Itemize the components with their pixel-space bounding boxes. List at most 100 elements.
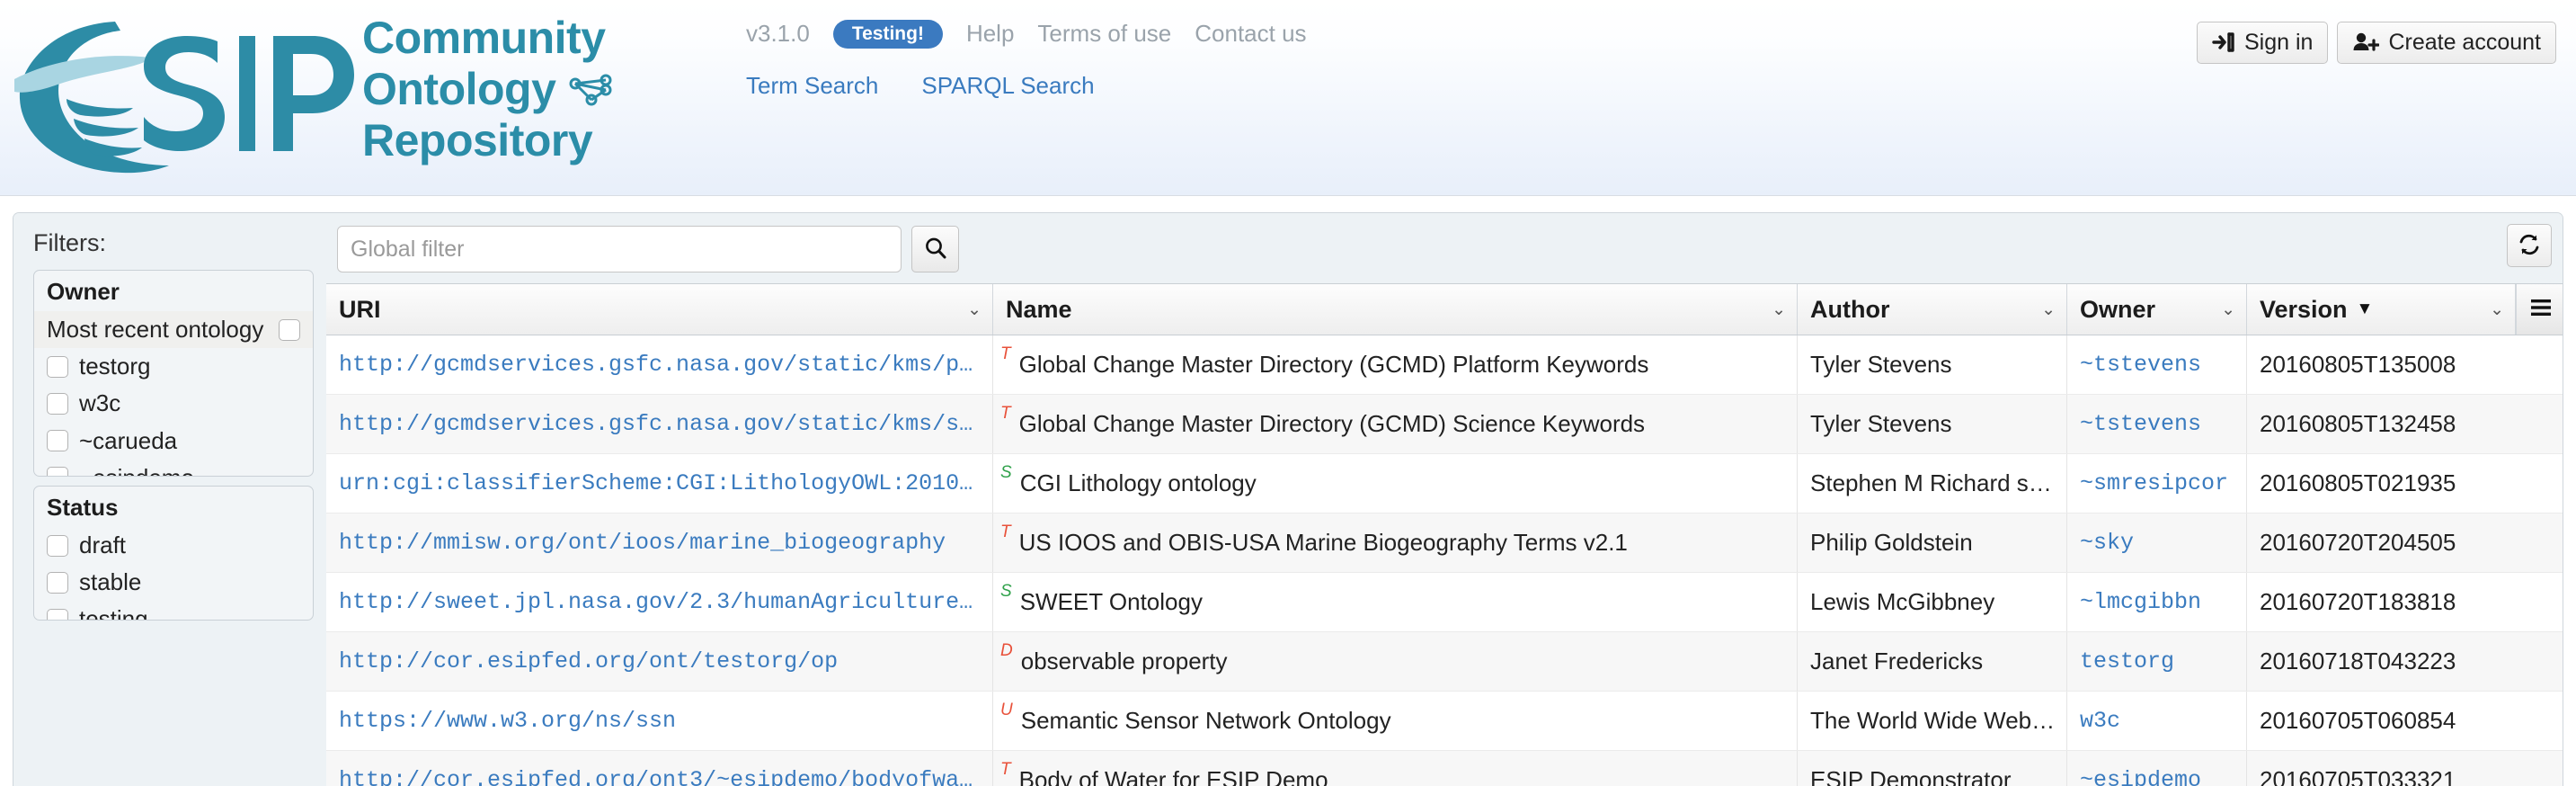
filter-most-recent-ontology-checkbox[interactable] [279,318,300,341]
owner-link[interactable]: ~smresipcor [2080,470,2228,496]
column-header-owner-label: Owner [2080,295,2156,323]
version-text: 20160705T060854 [2260,707,2456,734]
filter-status-draft[interactable]: draft [34,527,313,564]
cell-author: Janet Fredericks [1798,632,2067,691]
table-row[interactable]: http://gcmdservices.gsfc.nasa.gov/static… [326,335,2563,395]
sign-in-button[interactable]: Sign in [2197,22,2329,64]
nav-terms-of-use[interactable]: Terms of use [1037,16,1195,51]
cell-version: 20160705T033321 [2247,751,2563,786]
uri-link[interactable]: urn:cgi:classifierScheme:CGI:LithologyOW… [339,470,982,496]
nav-sparql-search[interactable]: SPARQL Search [921,72,1094,100]
version-text: 20160805T135008 [2260,351,2456,378]
chevron-down-icon[interactable]: ⌄ [2221,299,2235,320]
cell-owner: ~esipdemo [2067,751,2247,786]
table-row[interactable]: https://www.w3.org/ns/ssn U Semantic Sen… [326,692,2563,751]
logo-line-3: Repository [362,115,593,165]
table-row[interactable]: http://sweet.jpl.nasa.gov/2.3/humanAgric… [326,573,2563,632]
cell-owner: ~lmcgibbn [2067,573,2247,631]
filter-status-testing-checkbox[interactable] [47,608,68,620]
cell-author: Tyler Stevens [1798,395,2067,453]
filters-sidebar: Filters: Owner Most recent ontology test… [13,213,326,786]
table-row[interactable]: http://cor.esipfed.org/ont/testorg/op D … [326,632,2563,692]
owner-link[interactable]: ~tstevens [2080,411,2201,437]
filter-most-recent-ontology-label: Most recent ontology [47,316,264,343]
column-header-author[interactable]: Author ⌄ [1798,284,2067,335]
version-text: 20160720T204505 [2260,529,2456,556]
filter-status-draft-checkbox[interactable] [47,534,68,557]
content-frame: Filters: Owner Most recent ontology test… [13,212,2563,786]
owner-link[interactable]: testorg [2080,648,2174,674]
column-header-version[interactable]: Version ▼ ⌄ [2247,284,2516,335]
filter-owner-w3c-checkbox[interactable] [47,392,68,415]
owner-link[interactable]: w3c [2080,708,2120,734]
cell-uri: http://sweet.jpl.nasa.gov/2.3/humanAgric… [326,573,993,631]
filter-owner-carueda[interactable]: ~carueda [34,423,313,460]
table-row[interactable]: http://gcmdservices.gsfc.nasa.gov/static… [326,395,2563,454]
uri-link[interactable]: http://mmisw.org/ont/ioos/marine_biogeog… [339,530,982,556]
create-account-label: Create account [2388,30,2541,55]
cell-uri: http://gcmdservices.gsfc.nasa.gov/static… [326,395,993,453]
uri-link[interactable]: https://www.w3.org/ns/ssn [339,708,982,734]
owner-link[interactable]: ~lmcgibbn [2080,589,2201,615]
table-row[interactable]: urn:cgi:classifierScheme:CGI:LithologyOW… [326,454,2563,514]
name-text: Global Change Master Directory (GCMD) Sc… [1018,410,1646,437]
column-header-uri[interactable]: URI ⌄ [326,284,993,335]
chevron-down-icon[interactable]: ⌄ [967,299,982,320]
cell-name: S CGI Lithology ontology [993,454,1798,513]
filter-owner-testorg-label: testorg [79,353,151,380]
table-row[interactable]: http://mmisw.org/ont/ioos/marine_biogeog… [326,514,2563,573]
nav-help[interactable]: Help [966,16,1037,51]
table-row[interactable]: http://cor.esipfed.org/ont3/~esipdemo/bo… [326,751,2563,786]
author-text: Tyler Stevens [1810,351,1952,378]
chevron-down-icon[interactable]: ⌄ [1772,299,1786,320]
filter-owner-carueda-label: ~carueda [79,426,178,454]
cell-uri: http://cor.esipfed.org/ont3/~esipdemo/bo… [326,751,993,786]
uri-link[interactable]: http://cor.esipfed.org/ont3/~esipdemo/bo… [339,767,982,786]
chevron-down-icon[interactable]: ⌄ [2041,299,2056,320]
filter-status-stable[interactable]: stable [34,564,313,601]
author-text: Philip Goldstein [1810,529,1973,556]
filter-status-stable-checkbox[interactable] [47,571,68,594]
cell-author: The World Wide Web Co… [1798,692,2067,750]
column-header-owner[interactable]: Owner ⌄ [2067,284,2247,335]
sign-in-icon [2212,31,2235,53]
filter-owner-w3c[interactable]: w3c [34,385,313,422]
testing-badge[interactable]: Testing! [832,19,943,49]
status-badge: T [1000,523,1011,541]
version-text: 20160718T043223 [2260,648,2456,674]
column-header-name[interactable]: Name ⌄ [993,284,1798,335]
search-button[interactable] [911,226,959,272]
cell-owner: w3c [2067,692,2247,750]
filter-owner-testorg-checkbox[interactable] [47,355,68,378]
filter-owner-esipdemo[interactable]: ~esipdemo [34,460,313,476]
uri-link[interactable]: http://gcmdservices.gsfc.nasa.gov/static… [339,411,982,437]
global-filter-input[interactable] [337,226,902,272]
owner-link[interactable]: ~esipdemo [2080,767,2201,786]
filter-owner-testorg[interactable]: testorg [34,348,313,385]
filter-most-recent-ontology[interactable]: Most recent ontology [34,311,313,349]
sort-descending-icon[interactable]: ▼ [2357,299,2374,319]
top-nav: v3.1.0 Testing! Help Terms of use Contac… [746,16,1330,51]
name-text: observable property [1020,648,1228,674]
uri-link[interactable]: http://cor.esipfed.org/ont/testorg/op [339,648,982,674]
nav-contact-us[interactable]: Contact us [1195,16,1329,51]
create-account-button[interactable]: Create account [2337,22,2556,64]
uri-link[interactable]: http://sweet.jpl.nasa.gov/2.3/humanAgric… [339,589,982,615]
nav-version: v3.1.0 [746,20,810,47]
cell-version: 20160705T060854 [2247,692,2563,750]
filter-owner-carueda-checkbox[interactable] [47,430,68,452]
filter-owner-esipdemo-checkbox[interactable] [47,467,68,476]
grid-menu-button[interactable] [2516,284,2563,335]
nav-term-search[interactable]: Term Search [746,72,878,100]
filter-panel-owner: Owner Most recent ontology testorg w3c ~… [33,270,314,477]
cell-owner: ~smresipcor [2067,454,2247,513]
cell-owner: testorg [2067,632,2247,691]
chevron-down-icon[interactable]: ⌄ [2490,299,2504,320]
esip-logo[interactable]: Community Ontology Repository [7,5,672,190]
owner-link[interactable]: ~tstevens [2080,352,2201,378]
owner-link[interactable]: ~sky [2080,530,2134,556]
cell-uri: http://gcmdservices.gsfc.nasa.gov/static… [326,335,993,394]
refresh-button[interactable] [2507,224,2552,267]
filter-status-testing[interactable]: testing [34,601,313,620]
uri-link[interactable]: http://gcmdservices.gsfc.nasa.gov/static… [339,352,982,378]
